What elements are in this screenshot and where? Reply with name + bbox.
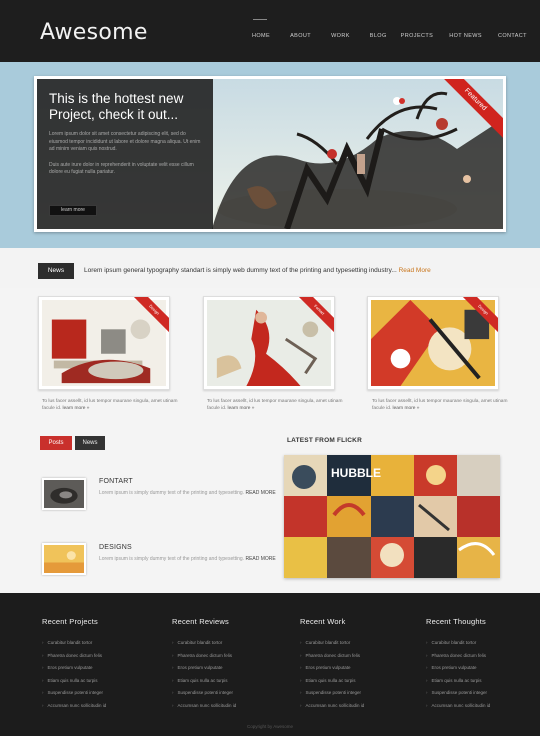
footer-link[interactable]: Etiam quis nulla ac turpis <box>300 675 420 688</box>
site-header: Awesome HOME ABOUT WORK BLOG PROJECTS HO… <box>0 0 540 62</box>
hero-text-1: Lorem ipsum dolor sit amet consectetur a… <box>49 131 201 152</box>
project-desc-3: To lus facer assellt, id lus tempor maur… <box>372 398 512 412</box>
footer-link[interactable]: Eros pretium vulputate <box>426 662 540 675</box>
post-image-2 <box>44 545 84 573</box>
post-body-2: Lorem ipsum is simply dummy text of the … <box>99 555 279 563</box>
nav-blog[interactable]: BLOG <box>370 33 387 39</box>
hero-title: This is the hottest new Project, check i… <box>49 91 184 122</box>
footer-col-reviews: Recent Reviews Curabitur blandit tortor … <box>172 617 292 712</box>
footer-col-title-1: Recent Projects <box>42 617 98 626</box>
footer-link[interactable]: Curabitur blandit tortor <box>426 637 540 650</box>
post-thumb-1[interactable] <box>42 478 86 510</box>
post-image-1 <box>44 480 84 508</box>
hero-learn-more-button[interactable]: learn more <box>49 205 97 216</box>
footer-col-title-3: Recent Work <box>300 617 346 626</box>
footer-link[interactable]: Suspendisse potenti integer <box>172 687 292 700</box>
hero-slider[interactable]: This is the hottest new Project, check i… <box>34 76 506 232</box>
post-read-more-2[interactable]: READ MORE <box>245 556 275 562</box>
site-logo[interactable]: Awesome <box>40 20 148 45</box>
project-learn-more-3[interactable]: learn more » <box>393 406 420 411</box>
footer-col-title-2: Recent Reviews <box>172 617 229 626</box>
news-label: News <box>38 263 74 279</box>
footer-link[interactable]: Pharetra donec dictum felis <box>172 650 292 663</box>
footer-link[interactable]: Curabitur blandit tortor <box>42 637 162 650</box>
post-read-more-1[interactable]: READ MORE <box>245 490 275 496</box>
post-body-1: Lorem ipsum is simply dummy text of the … <box>99 489 279 497</box>
footer-link[interactable]: Accumsan nunc sollicitudin id <box>300 700 420 713</box>
footer-link[interactable]: Suspendisse potenti integer <box>42 687 162 700</box>
project-image-1 <box>42 300 166 386</box>
post-text-1: Lorem ipsum is simply dummy text of the … <box>99 490 245 496</box>
project-desc-1: To lus facer assellt, id lus tempor maur… <box>42 398 182 412</box>
footer-link[interactable]: Etiam quis nulla ac turpis <box>172 675 292 688</box>
news-ticker: Lorem ipsum general typography standart … <box>84 267 431 274</box>
project-learn-more-1[interactable]: learn more » <box>63 406 90 411</box>
flickr-image: HUBBLE <box>284 455 500 578</box>
tab-news[interactable]: News <box>75 436 105 450</box>
footer-link[interactable]: Curabitur blandit tortor <box>172 637 292 650</box>
hero-text-2: Duis aute irure dolor in reprehenderit i… <box>49 161 194 176</box>
featured-ribbon: Featured <box>434 79 503 141</box>
project-image-3 <box>371 300 495 386</box>
footer-link[interactable]: Etiam quis nulla ac turpis <box>42 675 162 688</box>
nav-about[interactable]: ABOUT <box>290 33 311 39</box>
project-card-1[interactable]: Design <box>38 296 170 390</box>
footer-col-work: Recent Work Curabitur blandit tortor Pha… <box>300 617 420 712</box>
footer-link[interactable]: Accumsan nunc sollicitudin id <box>172 700 292 713</box>
footer-link[interactable]: Pharetra donec dictum felis <box>42 650 162 663</box>
footer-link[interactable]: Etiam quis nulla ac turpis <box>426 675 540 688</box>
flickr-title: LATEST FROM FLICKR <box>287 437 362 444</box>
project-desc-2: To lus facer assellt, id lus tempor maur… <box>207 398 347 412</box>
footer-link[interactable]: Pharetra donec dictum felis <box>426 650 540 663</box>
featured-ribbon-wrap: Featured <box>433 79 503 149</box>
post-text-2: Lorem ipsum is simply dummy text of the … <box>99 556 245 562</box>
post-title-2[interactable]: DESIGNS <box>99 544 132 551</box>
footer-link[interactable]: Eros pretium vulputate <box>300 662 420 675</box>
footer-col-title-4: Recent Thoughts <box>426 617 486 626</box>
post-thumb-2[interactable] <box>42 543 86 575</box>
flickr-word: HUBBLE <box>331 466 381 480</box>
hero-caption-panel: This is the hottest new Project, check i… <box>37 79 213 229</box>
footer-link[interactable]: Suspendisse potenti integer <box>300 687 420 700</box>
footer-link[interactable]: Eros pretium vulputate <box>172 662 292 675</box>
post-title-1[interactable]: FONTART <box>99 478 133 485</box>
nav-hot-news[interactable]: HOT NEWS <box>449 33 482 39</box>
project-image-2 <box>207 300 331 386</box>
project-card-2[interactable]: Fontart <box>203 296 335 390</box>
project-card-3[interactable]: Design <box>367 296 499 390</box>
nav-projects[interactable]: PROJECTS <box>401 33 434 39</box>
tab-posts[interactable]: Posts <box>40 436 72 450</box>
footer-link[interactable]: Pharetra donec dictum felis <box>300 650 420 663</box>
footer-link[interactable]: Curabitur blandit tortor <box>300 637 420 650</box>
footer-link[interactable]: Eros pretium vulputate <box>42 662 162 675</box>
nav-contact[interactable]: CONTACT <box>498 33 527 39</box>
main-nav: HOME ABOUT WORK BLOG PROJECTS HOT NEWS C… <box>252 33 527 39</box>
footer-link[interactable]: Suspendisse potenti integer <box>426 687 540 700</box>
nav-active-indicator <box>253 19 267 20</box>
footer-col-thoughts: Recent Thoughts Curabitur blandit tortor… <box>426 617 540 712</box>
footer-link[interactable]: Accumsan nunc sollicitudin id <box>426 700 540 713</box>
copyright: Copyright by Awesome <box>247 724 293 729</box>
news-read-more-link[interactable]: Read More <box>399 267 431 274</box>
nav-home[interactable]: HOME <box>252 33 270 39</box>
flickr-grid[interactable]: HUBBLE <box>284 455 500 578</box>
footer-link[interactable]: Accumsan nunc sollicitudin id <box>42 700 162 713</box>
news-text: Lorem ipsum general typography standart … <box>84 267 397 274</box>
nav-work[interactable]: WORK <box>331 33 350 39</box>
project-learn-more-2[interactable]: learn more » <box>228 406 255 411</box>
footer-col-projects: Recent Projects Curabitur blandit tortor… <box>42 617 162 712</box>
